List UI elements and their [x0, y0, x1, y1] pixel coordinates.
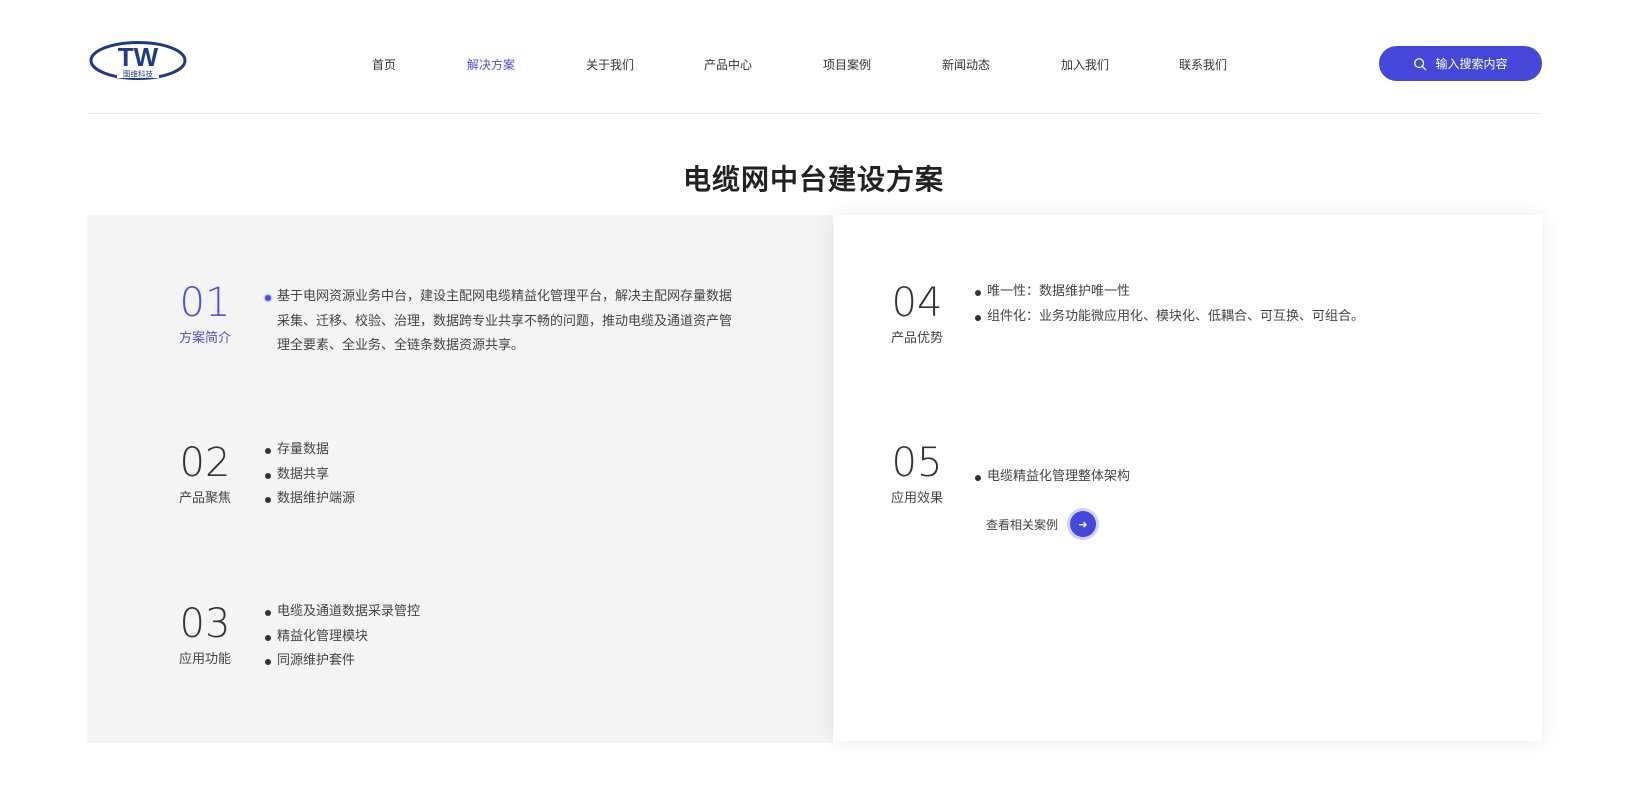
section-list-effects: 电缆精益化管理整体架构 — [975, 465, 1375, 490]
section-label-functions: 应用功能 — [178, 652, 231, 667]
section-list-focus: 存量数据 数据共享 数据维护端源 — [265, 438, 565, 512]
list-item: 电缆及通道数据采录管控 — [265, 600, 565, 625]
section-number-05: 05 — [891, 440, 943, 486]
list-item: 同源维护套件 — [265, 649, 565, 674]
nav-item-cases[interactable]: 项目案例 — [823, 56, 871, 73]
list-item: 数据维护端源 — [265, 487, 565, 512]
list-item: 基于电网资源业务中台，建设主配网电缆精益化管理平台，解决主配网存量数据采集、迁移… — [265, 285, 735, 359]
search-icon — [1414, 57, 1427, 70]
nav-item-about[interactable]: 关于我们 — [586, 56, 634, 73]
section-number-01: 01 — [179, 280, 231, 326]
page-title: 电缆网中台建设方案 — [682, 163, 944, 196]
view-cases-label: 查看相关案例 — [986, 517, 1059, 532]
list-item: 组件化：业务功能微应用化、模块化、低耦合、可互换、可组合。 — [975, 305, 1495, 330]
nav-item-solutions[interactable]: 解决方案 — [467, 56, 515, 73]
list-item: 电缆精益化管理整体架构 — [975, 465, 1375, 490]
section-label-intro: 方案简介 — [178, 331, 231, 346]
header-divider — [88, 113, 1542, 114]
list-item: 存量数据 — [265, 438, 565, 463]
search-button-label: 输入搜索内容 — [1435, 57, 1508, 71]
nav-item-home[interactable]: 首页 — [372, 56, 396, 73]
site-header: TW 图维科技 首页 解决方案 关于我们 产品中心 项目案例 新闻动态 加入我们… — [0, 0, 1627, 114]
search-button[interactable]: 输入搜索内容 — [1379, 46, 1542, 81]
section-label-effects: 应用效果 — [890, 491, 943, 506]
nav-item-news[interactable]: 新闻动态 — [942, 56, 990, 73]
section-label-advantages: 产品优势 — [890, 331, 943, 346]
section-list-advantages: 唯一性：数据维护唯一性 组件化：业务功能微应用化、模块化、低耦合、可互换、可组合… — [975, 280, 1495, 329]
section-number-04: 04 — [891, 280, 943, 326]
nav-item-contact[interactable]: 联系我们 — [1179, 56, 1227, 73]
list-item: 唯一性：数据维护唯一性 — [975, 280, 1495, 305]
nav-item-join[interactable]: 加入我们 — [1061, 56, 1109, 73]
section-label-focus: 产品聚焦 — [178, 491, 231, 506]
nav-item-products[interactable]: 产品中心 — [704, 56, 752, 73]
view-cases-link[interactable]: 查看相关案例 ➜ — [986, 511, 1097, 537]
section-number-02: 02 — [179, 440, 231, 486]
list-item: 数据共享 — [265, 463, 565, 488]
solution-panel-left: 01 方案简介 基于电网资源业务中台，建设主配网电缆精益化管理平台，解决主配网存… — [87, 215, 833, 743]
section-number-03: 03 — [179, 601, 231, 647]
list-item: 精益化管理模块 — [265, 625, 565, 650]
arrow-right-icon[interactable]: ➜ — [1070, 511, 1097, 537]
section-list-intro: 基于电网资源业务中台，建设主配网电缆精益化管理平台，解决主配网存量数据采集、迁移… — [265, 285, 735, 359]
solution-panel-right: 04 产品优势 唯一性：数据维护唯一性 组件化：业务功能微应用化、模块化、低耦合… — [833, 215, 1542, 741]
section-list-functions: 电缆及通道数据采录管控 精益化管理模块 同源维护套件 — [265, 600, 565, 674]
